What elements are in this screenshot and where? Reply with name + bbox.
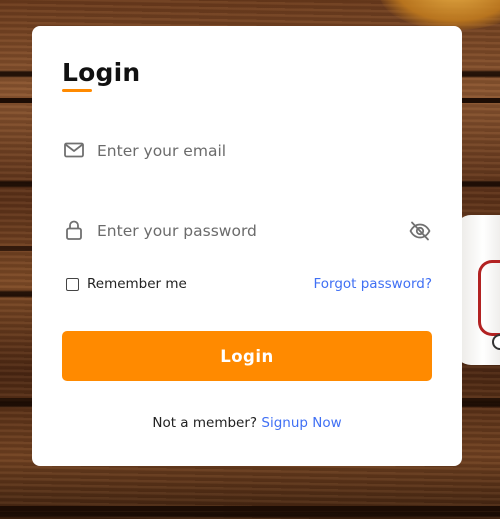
lock-icon xyxy=(62,218,86,242)
plank-seam xyxy=(0,506,500,511)
signup-prompt: Not a member? xyxy=(152,415,258,431)
login-title: Login xyxy=(62,58,141,87)
login-card: Login Remember me F xyxy=(32,26,462,466)
password-input[interactable] xyxy=(97,206,397,256)
signup-link[interactable]: Signup Now xyxy=(261,415,341,431)
password-field xyxy=(62,206,432,256)
remember-me[interactable]: Remember me xyxy=(66,276,187,292)
email-field xyxy=(62,126,432,176)
signup-row: Not a member? Signup Now xyxy=(32,415,462,431)
login-button[interactable]: Login xyxy=(62,331,432,381)
eye-slash-icon[interactable] xyxy=(408,219,432,243)
bottle-label-band xyxy=(478,260,500,336)
email-input[interactable] xyxy=(97,126,397,176)
title-underline xyxy=(62,89,92,92)
envelope-icon xyxy=(62,138,86,162)
forgot-password-link[interactable]: Forgot password? xyxy=(313,276,432,292)
remember-checkbox[interactable] xyxy=(66,277,79,291)
remember-label: Remember me xyxy=(87,276,187,292)
